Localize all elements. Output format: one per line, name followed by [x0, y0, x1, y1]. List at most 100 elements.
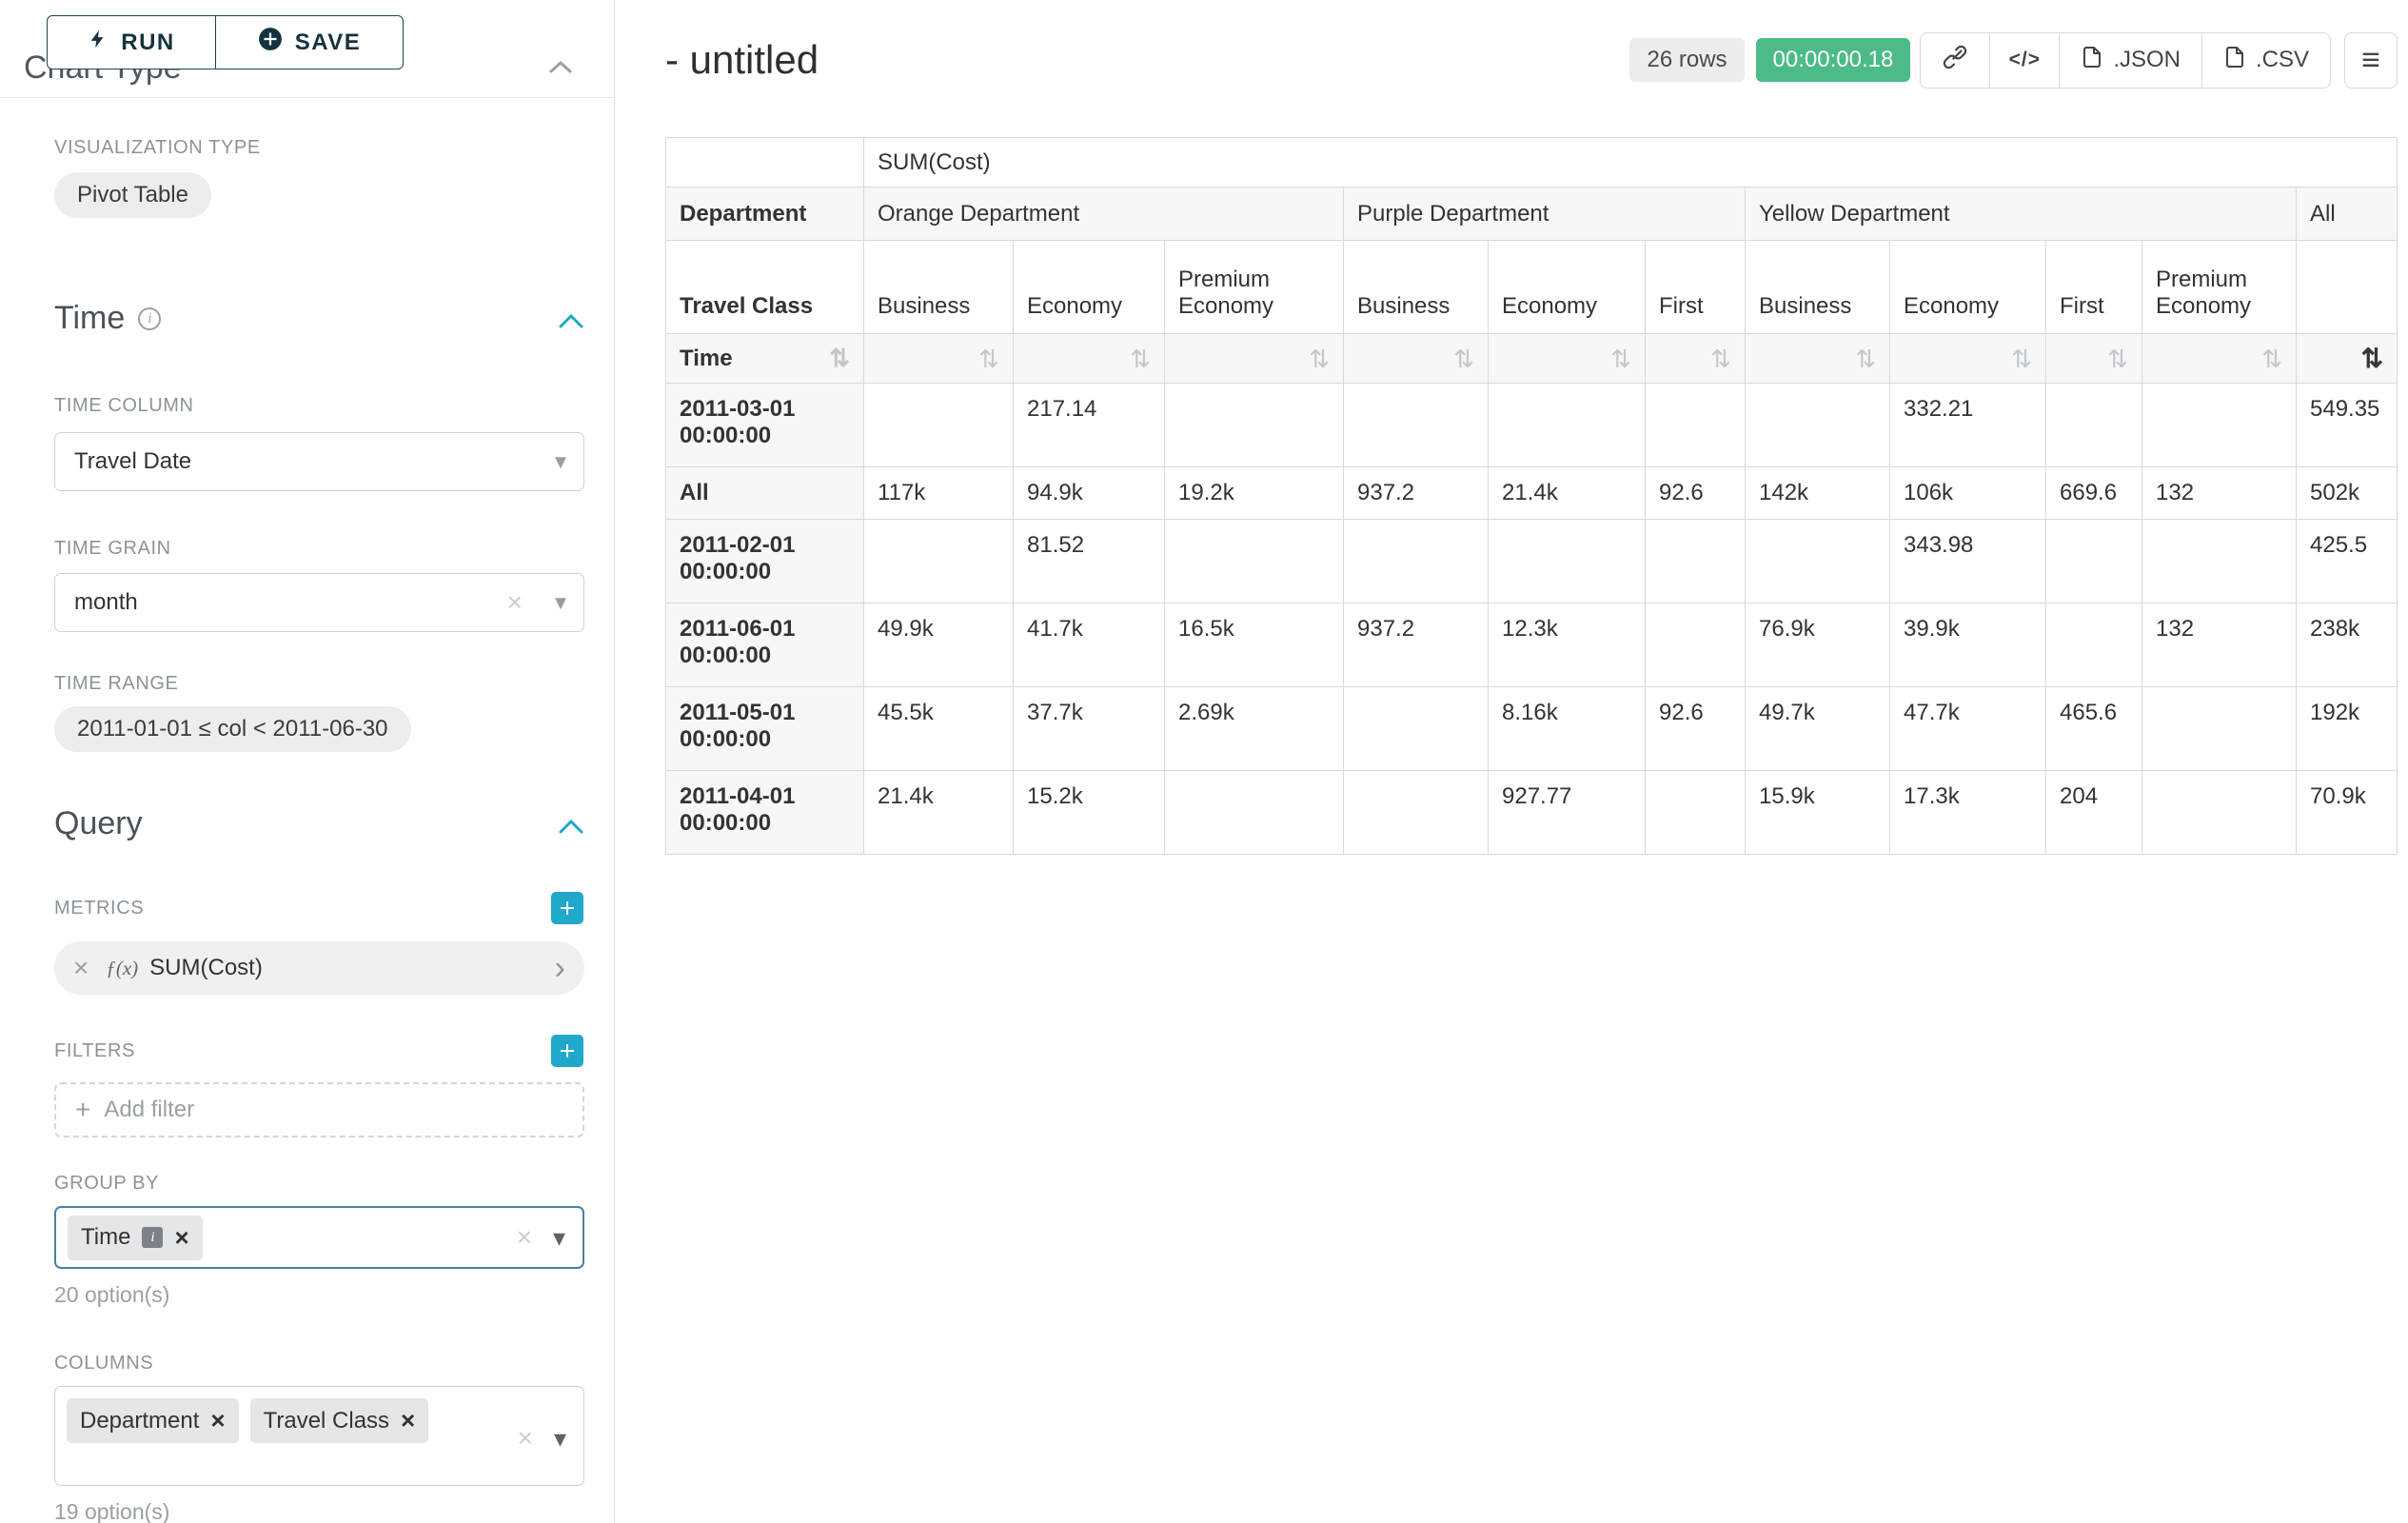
travel-class-header: Business [1344, 241, 1489, 334]
embed-code-button[interactable]: </> [1989, 32, 2060, 89]
table-cell [864, 384, 1014, 467]
link-icon [1943, 45, 1967, 76]
visualization-type-value[interactable]: Pivot Table [54, 172, 211, 218]
table-cell: 49.9k [864, 603, 1014, 687]
remove-chip-icon[interactable]: × [210, 1406, 225, 1435]
table-cell [2046, 520, 2142, 603]
chevron-up-icon[interactable] [549, 53, 572, 80]
chart-area: - untitled 26 rows 00:00:00.18 </> [615, 0, 2408, 1523]
remove-chip-icon[interactable]: × [401, 1406, 415, 1435]
travel-class-header: Premium Economy [1165, 241, 1344, 334]
sort-icon[interactable]: ⇅ [1710, 346, 1731, 371]
group-by-options-count: 20 option(s) [54, 1282, 583, 1308]
time-grain-select[interactable]: month × ▾ [54, 573, 584, 632]
sidebar-top: Chart Type RUN SAVE [0, 0, 614, 98]
run-save-group: RUN SAVE [47, 15, 404, 69]
columns-chip-label: Travel Class [264, 1408, 389, 1434]
time-axis-header: Time⇅ [666, 334, 864, 384]
table-cell: 47.7k [1890, 687, 2046, 771]
sort-icon[interactable]: ⇅ [2261, 346, 2282, 371]
table-cell [2142, 384, 2297, 467]
sort-icon[interactable]: ⇅ [1855, 346, 1876, 371]
table-cell [2142, 771, 2297, 855]
sort-icon[interactable]: ⇅ [978, 346, 999, 371]
table-cell: 238k [2297, 603, 2398, 687]
table-cell: 17.3k [1890, 771, 2046, 855]
add-filter-button[interactable]: + Add filter [54, 1082, 584, 1137]
caret-down-icon: ▾ [554, 1424, 566, 1454]
chart-menu-button[interactable]: ≡ [2344, 32, 2398, 89]
clear-all-icon[interactable]: × [517, 1222, 532, 1253]
table-cell: 192k [2297, 687, 2398, 771]
metric-header-cell: SUM(Cost) [864, 138, 2398, 188]
chevron-right-icon[interactable]: › [555, 952, 565, 984]
table-cell: 15.9k [1746, 771, 1890, 855]
columns-label: COLUMNS [54, 1352, 583, 1375]
plus-circle-icon [258, 27, 283, 58]
sort-icon[interactable]: ⇅ [1309, 346, 1330, 371]
metrics-label: METRICS [54, 897, 144, 920]
clear-all-icon[interactable]: × [518, 1423, 533, 1454]
visualization-type-label: VISUALIZATION TYPE [54, 136, 583, 159]
table-cell [1646, 603, 1746, 687]
add-filter-plus-button[interactable] [551, 1035, 583, 1067]
sort-icon[interactable]: ⇅ [1130, 346, 1151, 371]
table-cell [1344, 384, 1489, 467]
chart-header-controls: 26 rows 00:00:00.18 </> [1629, 32, 2398, 89]
query-section-header[interactable]: Query [54, 805, 583, 842]
travel-class-header: First [1646, 241, 1746, 334]
control-panel-sidebar: Chart Type RUN SAVE [0, 0, 615, 1523]
add-metric-button[interactable] [551, 892, 583, 924]
columns-chip[interactable]: Travel Class × [250, 1398, 429, 1443]
filters-label: FILTERS [54, 1039, 135, 1062]
sort-header-cell: ⇅ [864, 334, 1014, 384]
time-section-header[interactable]: Time i [54, 300, 583, 337]
table-cell [1165, 384, 1344, 467]
table-cell [1344, 687, 1489, 771]
table-cell: 76.9k [1746, 603, 1890, 687]
sort-icon[interactable]: ⇅ [2361, 346, 2383, 371]
copy-link-button[interactable] [1920, 32, 1990, 89]
export-csv-button[interactable]: .CSV [2201, 32, 2331, 89]
table-cell: 94.9k [1014, 467, 1165, 520]
table-cell: 49.7k [1746, 687, 1890, 771]
query-section-title: Query [54, 805, 143, 842]
clear-icon[interactable]: × [507, 587, 523, 618]
group-by-chip[interactable]: Time i × [68, 1216, 203, 1260]
table-cell: 12.3k [1489, 603, 1646, 687]
sort-icon[interactable]: ⇅ [2011, 346, 2032, 371]
export-json-label: .JSON [2113, 47, 2181, 73]
collapse-chevron-icon[interactable] [559, 805, 583, 842]
remove-metric-icon[interactable]: × [73, 953, 89, 983]
group-by-label: GROUP BY [54, 1172, 583, 1195]
time-range-value[interactable]: 2011-01-01 ≤ col < 2011-06-30 [54, 706, 411, 752]
sort-icon[interactable]: ⇅ [1610, 346, 1631, 371]
department-group-header: Yellow Department [1746, 188, 2297, 241]
table-cell [2142, 687, 2297, 771]
metric-name: SUM(Cost) [149, 955, 263, 981]
sort-icon[interactable]: ⇅ [829, 346, 850, 370]
group-by-select[interactable]: Time i × × ▾ [54, 1206, 584, 1269]
run-button[interactable]: RUN [47, 15, 216, 69]
table-cell: 425.5 [2297, 520, 2398, 603]
remove-chip-icon[interactable]: × [174, 1223, 188, 1253]
table-cell: 70.9k [2297, 771, 2398, 855]
query-timer-badge: 00:00:00.18 [1756, 38, 1911, 82]
travel-class-header [2297, 241, 2398, 334]
metric-chip[interactable]: × ƒ(x) SUM(Cost) › [54, 941, 584, 995]
table-cell: 465.6 [2046, 687, 2142, 771]
table-cell: 332.21 [1890, 384, 2046, 467]
export-json-button[interactable]: .JSON [2059, 32, 2202, 89]
file-download-icon [2081, 46, 2103, 75]
export-button-group: </> .JSON .CSV [1920, 32, 2331, 89]
sort-header-cell: ⇅ [1646, 334, 1746, 384]
columns-chip[interactable]: Department × [67, 1398, 239, 1443]
columns-select[interactable]: Department × Travel Class × × ▾ [54, 1386, 584, 1486]
sort-icon[interactable]: ⇅ [2107, 346, 2128, 371]
collapse-chevron-icon[interactable] [559, 300, 583, 337]
save-button[interactable]: SAVE [215, 15, 404, 69]
info-icon: i [138, 307, 161, 330]
time-column-select[interactable]: Travel Date ▾ [54, 432, 584, 491]
sort-icon[interactable]: ⇅ [1453, 346, 1474, 371]
sort-header-cell: ⇅ [2142, 334, 2297, 384]
